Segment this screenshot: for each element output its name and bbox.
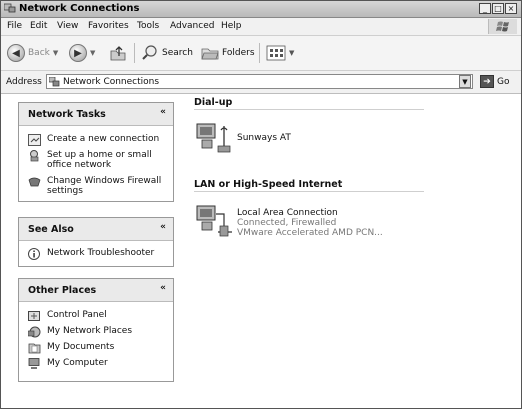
place-documents[interactable]: My Documents [19,342,173,354]
menu-favorites[interactable]: Favorites [88,21,129,31]
menu-advanced[interactable]: Advanced [170,21,214,31]
place-network-places[interactable]: My Network Places [19,326,173,338]
menu-help[interactable]: Help [221,21,242,31]
info-icon [28,248,40,260]
task-label: Set up a home or small office network [47,150,152,170]
folders-label: Folders [222,48,255,58]
title-bar[interactable]: Network Connections _ □ × [1,1,521,18]
task-label: Network Troubleshooter [47,248,155,258]
connection-status: Connected, Firewalled [237,218,337,228]
other-places-header[interactable]: Other Places « [19,279,173,302]
group-heading-lan: LAN or High-Speed Internet [194,179,343,190]
views-grid-icon [266,45,286,61]
menu-bar: File Edit View Favorites Tools Advanced … [1,18,521,36]
see-also-title: See Also [28,224,74,235]
new-connection-icon [28,134,41,146]
search-button[interactable]: Search [141,44,193,62]
collapse-chevron-icon[interactable]: « [160,107,166,117]
home-network-icon [30,150,39,162]
network-connections-icon [4,3,16,13]
place-label: My Network Places [47,326,133,336]
connection-name: Sunways AT [237,133,291,143]
forward-dropdown-icon[interactable]: ▼ [90,49,95,57]
menu-tools[interactable]: Tools [137,21,159,31]
task-home-network[interactable]: Set up a home or small office network [19,150,173,170]
task-label: Change Windows Firewall settings [47,176,162,196]
place-label: My Documents [47,342,115,352]
back-dropdown-icon[interactable]: ▼ [53,49,58,57]
group-heading-dialup: Dial-up [194,97,233,108]
collapse-chevron-icon[interactable]: « [160,283,166,293]
views-button[interactable]: ▼ [266,44,294,62]
close-button[interactable]: × [505,3,517,14]
search-label: Search [162,48,193,58]
window-title: Network Connections [19,3,140,14]
control-panel-icon [28,311,40,321]
connection-local-area[interactable]: Local Area Connection Connected, Firewal… [194,200,383,238]
collapse-chevron-icon[interactable]: « [160,222,166,232]
windows-logo-icon [488,19,517,34]
back-arrow-icon: ◀ [7,44,25,62]
network-tasks-title: Network Tasks [28,109,106,120]
views-dropdown-icon[interactable]: ▼ [289,49,294,57]
network-tasks-header[interactable]: Network Tasks « [19,103,173,126]
forward-button[interactable]: ▶ ▼ [69,44,95,62]
connections-view: Dial-up Sunways AT LAN or High-Speed Int… [184,94,521,408]
task-pane: Network Tasks « Create a new connection … [1,94,184,408]
place-control-panel[interactable]: Control Panel [19,310,173,321]
connection-sunways[interactable]: Sunways AT [194,118,291,156]
address-bar: Address Network Connections ▼ ➔ Go [1,71,521,94]
menu-view[interactable]: View [57,21,78,31]
go-arrow-icon: ➔ [480,75,494,88]
see-also-header[interactable]: See Also « [19,218,173,241]
up-folder-icon [110,46,126,61]
network-tasks-panel: Network Tasks « Create a new connection … [18,102,174,202]
minimize-button[interactable]: _ [479,3,491,14]
network-places-icon [28,326,41,338]
menu-file[interactable]: File [7,21,22,31]
place-label: My Computer [47,358,108,368]
task-create-connection[interactable]: Create a new connection [19,134,173,146]
place-computer[interactable]: My Computer [19,358,173,369]
connection-device: VMware Accelerated AMD PCN... [237,228,383,238]
address-value: Network Connections [63,77,160,87]
folders-button[interactable]: Folders [201,44,255,62]
task-firewall[interactable]: Change Windows Firewall settings [19,176,173,196]
place-label: Control Panel [47,310,107,320]
address-label: Address [6,77,42,87]
lan-connection-icon [196,205,232,237]
back-label: Back [28,48,50,58]
maximize-button[interactable]: □ [492,3,504,14]
search-icon [142,45,157,60]
explorer-window: Network Connections _ □ × File Edit View… [0,0,522,409]
computer-icon [28,358,40,369]
connection-name: Local Area Connection [237,208,338,218]
network-connections-small-icon [49,77,60,87]
forward-arrow-icon: ▶ [69,44,87,62]
toolbar: ◀ Back ▼ ▶ ▼ Search Folders ▼ [1,36,521,71]
up-folder-button[interactable] [109,44,127,62]
folders-icon [201,48,219,60]
other-places-panel: Other Places « Control Panel My Network … [18,278,174,382]
menu-edit[interactable]: Edit [30,21,47,31]
address-dropdown-icon[interactable]: ▼ [459,75,471,88]
go-label: Go [497,76,510,87]
see-also-troubleshooter[interactable]: Network Troubleshooter [19,248,173,260]
back-button[interactable]: ◀ Back ▼ [7,44,58,62]
other-places-title: Other Places [28,285,97,296]
address-input[interactable]: Network Connections ▼ [46,74,473,89]
task-label: Create a new connection [47,134,160,144]
firewall-icon [28,177,41,187]
go-button[interactable]: ➔ Go [480,75,509,88]
dialup-connection-icon [196,123,231,153]
see-also-panel: See Also « Network Troubleshooter [18,217,174,267]
documents-icon [28,343,41,354]
